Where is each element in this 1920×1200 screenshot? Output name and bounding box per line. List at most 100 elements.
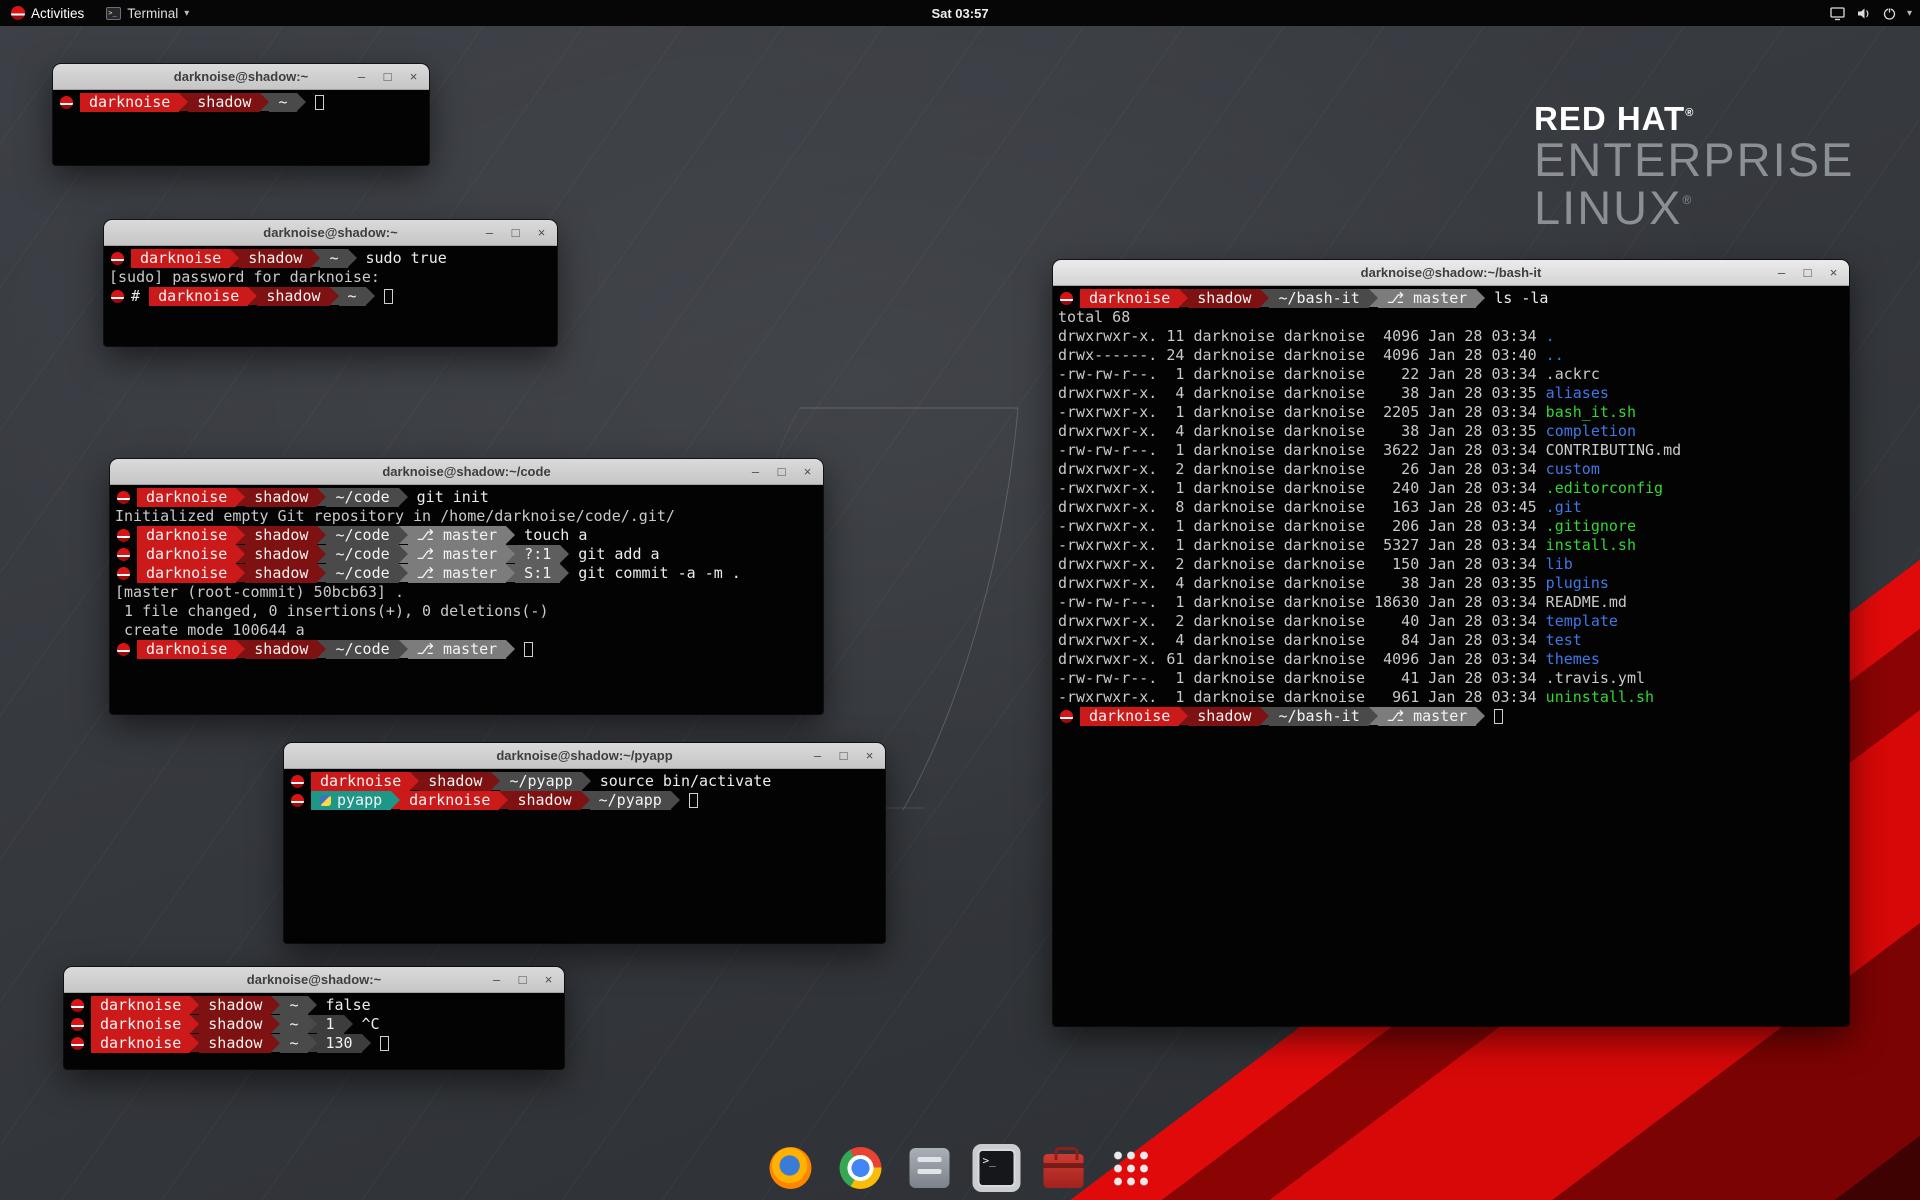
chevron-down-icon: ▾: [184, 8, 189, 19]
window-titlebar[interactable]: darknoise@shadow:~/bash-it –□ ×: [1053, 260, 1849, 286]
terminal-window: darknoise@shadow:~/pyapp–□×darknoiseshad…: [284, 743, 885, 943]
terminal-window: darknoise@shadow:~ –□ × darknoiseshadow~fal…: [64, 967, 564, 1069]
close-button[interactable]: ×: [535, 226, 548, 239]
redhat-icon: [117, 548, 130, 561]
maximize-button[interactable]: □: [516, 973, 529, 986]
window-titlebar[interactable]: darknoise@shadow:~–□×: [104, 220, 557, 246]
maximize-button[interactable]: □: [837, 749, 850, 762]
prompt-segment: ~/code: [326, 526, 398, 545]
window-title: darknoise@shadow:~: [247, 972, 381, 987]
segment-arrow-icon: [179, 93, 188, 111]
window-controls: –□ ×: [749, 459, 814, 484]
close-button[interactable]: ×: [863, 749, 876, 762]
maximize-button[interactable]: □: [775, 465, 788, 478]
window-title: darknoise@shadow:~/bash-it: [1361, 265, 1542, 280]
prompt-segment: darknoise: [91, 1034, 190, 1053]
prompt-line: pyappdarknoiseshadow~/pyapp: [289, 791, 880, 810]
prompt-segment: ~/code: [326, 545, 398, 564]
prompt-segment: ~/pyapp: [500, 772, 581, 791]
window-titlebar[interactable]: darknoise@shadow:~/pyapp–□×: [284, 743, 885, 769]
prompt-segment: ~/bash-it: [1269, 289, 1368, 308]
dock-item-toolbox[interactable]: [1039, 1143, 1089, 1193]
volume-icon: [1855, 6, 1872, 21]
window-titlebar[interactable]: darknoise@shadow:~/code–□×: [110, 459, 823, 485]
minimize-button[interactable]: –: [355, 70, 368, 83]
terminal-content[interactable]: darknoiseshadow~/codegit initInitialized…: [110, 485, 823, 714]
terminal-content[interactable]: darknoiseshadow~sudo true[sudo] password…: [104, 246, 557, 346]
redhat-icon: [117, 529, 130, 542]
firefox-icon: [770, 1147, 812, 1189]
dock-item-chrome[interactable]: [835, 1142, 887, 1194]
segment-arrow-icon: [399, 564, 408, 582]
segment-arrow-icon: [1260, 289, 1269, 307]
close-button[interactable]: ×: [801, 465, 814, 478]
terminal-cursor: [384, 289, 393, 304]
toolbox-icon: [1044, 1154, 1084, 1188]
dock: >_: [765, 1142, 1156, 1194]
segment-arrow-icon: [410, 772, 419, 790]
dock-item-files[interactable]: [905, 1143, 955, 1193]
window-titlebar[interactable]: darknoise@shadow:~–□×: [53, 64, 429, 90]
prompt-line: darknoiseshadow~130: [69, 1034, 559, 1053]
dock-item-firefox[interactable]: [765, 1142, 817, 1194]
output-line: -rwxrwxr-x. 1 darknoise darknoise 240 Ja…: [1058, 479, 1844, 498]
output-line: 1 file changed, 0 insertions(+), 0 delet…: [115, 602, 818, 621]
minimize-button[interactable]: –: [811, 749, 824, 762]
output-line: drwxrwxr-x. 2 darknoise darknoise 26 Jan…: [1058, 460, 1844, 479]
segment-arrow-icon: [236, 545, 245, 563]
segment-arrow-icon: [271, 1015, 280, 1033]
prompt-segment: darknoise: [149, 287, 248, 306]
prompt-segment: ~: [269, 93, 296, 112]
segment-arrow-icon: [399, 526, 408, 544]
prompt-segment: S:1: [515, 564, 560, 583]
dock-item-apps[interactable]: [1107, 1144, 1156, 1193]
output-line: drwxrwxr-x. 4 darknoise darknoise 38 Jan…: [1058, 422, 1844, 441]
prompt-line: darknoiseshadow~/code⎇ masterS:1git comm…: [115, 564, 818, 583]
maximize-button[interactable]: □: [1801, 266, 1814, 279]
segment-arrow-icon: [330, 287, 339, 305]
redhat-icon: [291, 794, 304, 807]
segment-arrow-icon: [391, 791, 400, 809]
output-line: -rw-rw-r--. 1 darknoise darknoise 3622 J…: [1058, 441, 1844, 460]
minimize-button[interactable]: –: [749, 465, 762, 478]
close-button[interactable]: ×: [542, 973, 555, 986]
terminal-content[interactable]: darknoiseshadow~: [53, 90, 429, 165]
chrome-icon: [840, 1147, 882, 1189]
close-button[interactable]: ×: [407, 70, 420, 83]
prompt-line: darknoiseshadow~/pyappsource bin/activat…: [289, 772, 880, 791]
segment-arrow-icon: [308, 996, 317, 1014]
dock-item-terminal[interactable]: >_: [973, 1144, 1021, 1192]
minimize-button[interactable]: –: [1775, 266, 1788, 279]
close-button[interactable]: ×: [1827, 266, 1840, 279]
prompt-segment: ~: [280, 1034, 307, 1053]
files-icon: [910, 1148, 950, 1188]
app-menu-terminal[interactable]: >_ Terminal ▾: [95, 0, 200, 26]
redhat-icon: [1060, 710, 1073, 723]
terminal-cursor: [315, 95, 324, 110]
terminal-content[interactable]: darknoiseshadow~/bash-it⎇ masterls -lato…: [1053, 286, 1849, 1026]
prompt-line: darknoiseshadow~: [58, 93, 424, 112]
minimize-button[interactable]: –: [483, 226, 496, 239]
prompt-segment: shadow: [1188, 707, 1260, 726]
output-line: drwxrwxr-x. 61 darknoise darknoise 4096 …: [1058, 650, 1844, 669]
prompt-segment: ~/bash-it: [1269, 707, 1368, 726]
system-tray[interactable]: ▾: [1829, 0, 1912, 26]
maximize-button[interactable]: □: [381, 70, 394, 83]
prompt-line: darknoiseshadow~/code⎇ master?:1git add …: [115, 545, 818, 564]
prompt-segment: darknoise: [91, 1015, 190, 1034]
segment-arrow-icon: [308, 1015, 317, 1033]
command-text: sudo true: [366, 249, 447, 268]
segment-arrow-icon: [236, 488, 245, 506]
clock[interactable]: Sat 03:57: [931, 6, 988, 21]
terminal-content[interactable]: darknoiseshadow~falsedarknoiseshadow~1^C…: [64, 993, 564, 1069]
redhat-logo-icon: [11, 6, 25, 20]
minimize-button[interactable]: –: [490, 973, 503, 986]
maximize-button[interactable]: □: [509, 226, 522, 239]
terminal-content[interactable]: darknoiseshadow~/pyappsource bin/activat…: [284, 769, 885, 943]
prompt-segment: 1: [317, 1015, 344, 1034]
prompt-segment: shadow: [419, 772, 491, 791]
command-text: ls -la: [1494, 289, 1548, 308]
activities-button[interactable]: Activities: [0, 0, 95, 26]
window-titlebar[interactable]: darknoise@shadow:~ –□ ×: [64, 967, 564, 993]
redhat-icon: [71, 1037, 84, 1050]
